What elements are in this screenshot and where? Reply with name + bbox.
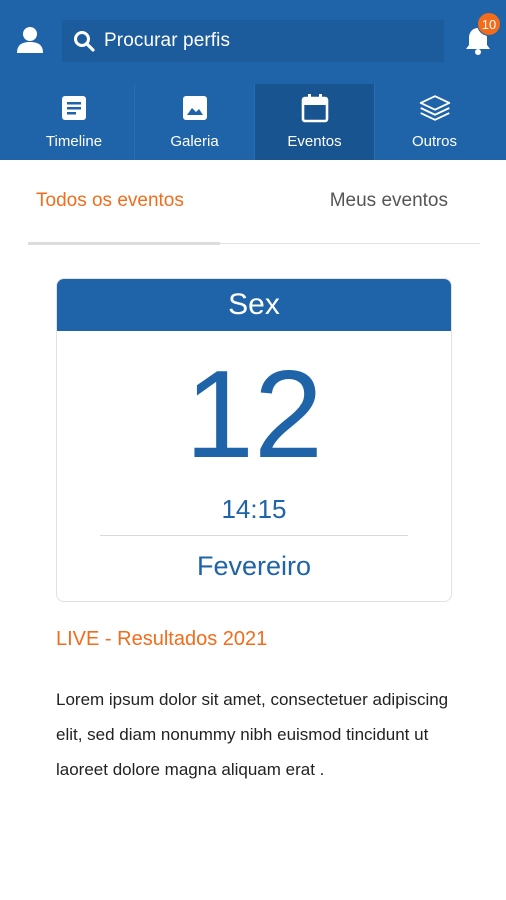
image-icon	[179, 92, 211, 124]
event-weekday: Sex	[228, 288, 280, 321]
tab-all-events[interactable]: Todos os eventos	[36, 190, 184, 212]
tab-label: Timeline	[45, 133, 103, 150]
search-icon	[72, 29, 96, 53]
tab-galeria[interactable]: Galeria	[134, 84, 254, 160]
tab-timeline[interactable]: Timeline	[14, 84, 134, 160]
event-day: 12	[185, 346, 323, 484]
calendar-icon	[299, 92, 331, 124]
event-description: Lorem ipsum dolor sit amet, consectetuer…	[56, 690, 449, 779]
notification-badge: 10	[477, 12, 501, 36]
search-bar[interactable]: Procurar perfis	[62, 20, 444, 62]
event-time: 14:15	[221, 494, 287, 524]
event-date-card[interactable]: Sex 12 14:15 Fevereiro	[56, 278, 452, 602]
tab-label: Galeria	[170, 133, 219, 150]
active-tab-indicator	[28, 242, 220, 245]
tab-my-events[interactable]: Meus eventos	[330, 190, 448, 212]
tab-label: Outros	[411, 133, 457, 150]
divider	[100, 535, 408, 536]
tab-label: Eventos	[287, 133, 342, 150]
card-header: Sex	[57, 279, 451, 331]
tab-eventos[interactable]: Eventos	[254, 84, 374, 160]
layers-icon	[419, 92, 451, 124]
document-icon	[58, 92, 90, 124]
top-app-bar: Procurar perfis 10 Timeline Galeria Even…	[0, 0, 506, 160]
profile-button[interactable]	[12, 22, 48, 58]
main-tabs: Timeline Galeria Eventos Outros	[14, 84, 494, 160]
tab-outros[interactable]: Outros	[374, 84, 494, 160]
event-title[interactable]: LIVE - Resultados 2021	[56, 628, 267, 651]
search-input[interactable]: Procurar perfis	[104, 30, 230, 52]
user-icon	[17, 27, 43, 53]
event-filter-tabs: Todos os eventos Meus eventos	[28, 176, 480, 245]
event-month: Fevereiro	[196, 551, 312, 581]
